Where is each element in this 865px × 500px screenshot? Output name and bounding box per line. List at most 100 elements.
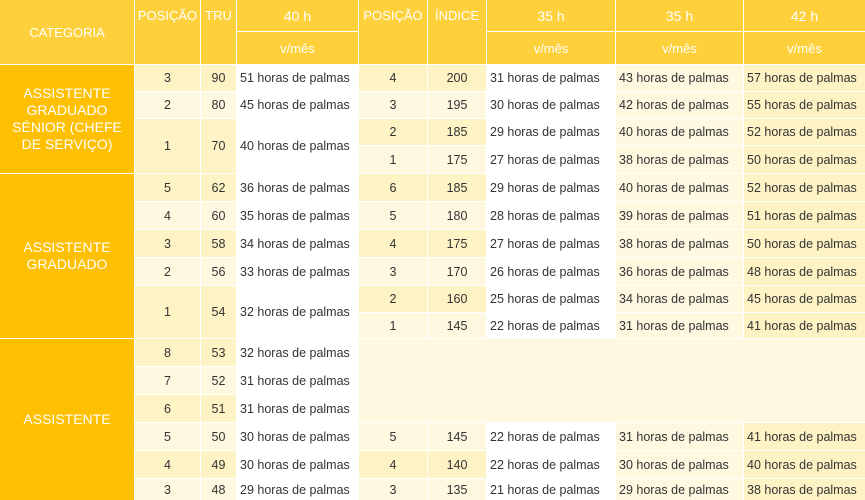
hours-42h-cell: 41 horas de palmas [744,313,865,338]
hours-35h-b-cell: 42 horas de palmas [616,92,743,118]
posicao-2-cell: 4 [359,230,427,257]
header-tru: TRU [201,0,236,64]
hours-42h-cell: 45 horas de palmas [744,286,865,312]
posicao-2-cell: 1 [359,313,427,338]
hours-35h-b-cell: 36 horas de palmas [616,258,743,285]
header-40h-sub: v/mês [237,32,358,64]
posicao-cell: 5 [135,423,200,450]
hours-35h-a-cell: 22 horas de palmas [487,313,615,338]
indice-cell: 175 [428,230,486,257]
hours-42h-cell: 52 horas de palmas [744,174,865,201]
hours-40h-cell: 32 horas de palmas [237,339,358,366]
hours-40h-cell: 29 horas de palmas [237,479,358,500]
tru-cell: 62 [201,174,236,201]
header-42h: 42 h [744,0,865,31]
tru-cell: 60 [201,202,236,229]
indice-cell: 185 [428,174,486,201]
hours-35h-b-cell: 34 horas de palmas [616,286,743,312]
indice-cell: 160 [428,286,486,312]
salary-table: CATEGORIA POSIÇÃO TRU 40 h v/mês POSIÇÃO… [0,0,865,500]
tru-cell: 51 [201,395,236,422]
tru-cell: 53 [201,339,236,366]
header-categoria: CATEGORIA [0,0,134,64]
hours-40h-cell: 33 horas de palmas [237,258,358,285]
posicao-cell: 2 [135,92,200,118]
category-assistente-graduado: ASSISTENTE GRADUADO [0,174,134,338]
hours-35h-b-cell: 38 horas de palmas [616,146,743,173]
hours-35h-a-cell: 27 horas de palmas [487,230,615,257]
hours-35h-a-cell: 25 horas de palmas [487,286,615,312]
indice-cell: 145 [428,423,486,450]
hours-42h-cell: 40 horas de palmas [744,451,865,478]
posicao-2-cell: 1 [359,146,427,173]
indice-cell: 145 [428,313,486,338]
indice-cell: 185 [428,119,486,145]
hours-35h-a-cell: 29 horas de palmas [487,119,615,145]
hours-35h-b-cell: 31 horas de palmas [616,423,743,450]
posicao-cell: 1 [135,286,200,338]
posicao-cell: 1 [135,119,200,173]
posicao-2-cell: 4 [359,451,427,478]
posicao-2-cell: 2 [359,286,427,312]
hours-40h-cell: 30 horas de palmas [237,451,358,478]
hours-35h-b-cell: 43 horas de palmas [616,65,743,91]
indice-cell: 135 [428,479,486,500]
posicao-cell: 3 [135,65,200,91]
header-35h-b: 35 h [616,0,743,31]
hours-35h-b-cell: 40 horas de palmas [616,174,743,201]
hours-40h-cell: 30 horas de palmas [237,423,358,450]
hours-40h-cell: 40 horas de palmas [237,119,358,173]
header-42h-sub: v/mês [744,32,865,64]
hours-42h-cell: 52 horas de palmas [744,119,865,145]
hours-35h-a-cell: 31 horas de palmas [487,65,615,91]
hours-35h-a-cell: 22 horas de palmas [487,451,615,478]
category-assistente: ASSISTENTE [0,339,134,500]
tru-cell: 90 [201,65,236,91]
hours-35h-b-cell: 39 horas de palmas [616,202,743,229]
hours-35h-b-cell: 40 horas de palmas [616,119,743,145]
hours-35h-b-cell: 31 horas de palmas [616,313,743,338]
hours-40h-cell: 32 horas de palmas [237,286,358,338]
tru-cell: 70 [201,119,236,173]
indice-cell: 170 [428,258,486,285]
hours-42h-cell: 41 horas de palmas [744,423,865,450]
tru-cell: 50 [201,423,236,450]
hours-35h-b-cell: 30 horas de palmas [616,451,743,478]
posicao-cell: 3 [135,230,200,257]
hours-35h-a-cell: 28 horas de palmas [487,202,615,229]
indice-cell: 175 [428,146,486,173]
hours-35h-a-cell: 21 horas de palmas [487,479,615,500]
posicao-cell: 4 [135,451,200,478]
posicao-2-cell: 6 [359,174,427,201]
hours-40h-cell: 31 horas de palmas [237,367,358,394]
posicao-cell: 2 [135,258,200,285]
posicao-cell: 3 [135,479,200,500]
hours-42h-cell: 51 horas de palmas [744,202,865,229]
indice-cell: 200 [428,65,486,91]
hours-40h-cell: 45 horas de palmas [237,92,358,118]
posicao-cell: 7 [135,367,200,394]
category-assistente-graduado-senior: ASSISTENTE GRADUADO SÉNIOR (CHEFE DE SER… [0,65,134,173]
hours-35h-b-cell: 38 horas de palmas [616,230,743,257]
header-35h-a: 35 h [487,0,615,31]
hours-42h-cell: 48 horas de palmas [744,258,865,285]
tru-cell: 48 [201,479,236,500]
hours-40h-cell: 51 horas de palmas [237,65,358,91]
tru-cell: 49 [201,451,236,478]
header-posicao: POSIÇÃO [135,0,200,64]
posicao-cell: 8 [135,339,200,366]
hours-42h-cell: 50 horas de palmas [744,230,865,257]
posicao-2-cell: 5 [359,423,427,450]
hours-40h-cell: 34 horas de palmas [237,230,358,257]
hours-42h-cell: 57 horas de palmas [744,65,865,91]
empty-area [359,339,865,422]
indice-cell: 195 [428,92,486,118]
hours-40h-cell: 35 horas de palmas [237,202,358,229]
hours-40h-cell: 31 horas de palmas [237,395,358,422]
tru-cell: 80 [201,92,236,118]
posicao-2-cell: 3 [359,92,427,118]
tru-cell: 54 [201,286,236,338]
hours-35h-b-cell: 29 horas de palmas [616,479,743,500]
posicao-cell: 6 [135,395,200,422]
posicao-2-cell: 2 [359,119,427,145]
